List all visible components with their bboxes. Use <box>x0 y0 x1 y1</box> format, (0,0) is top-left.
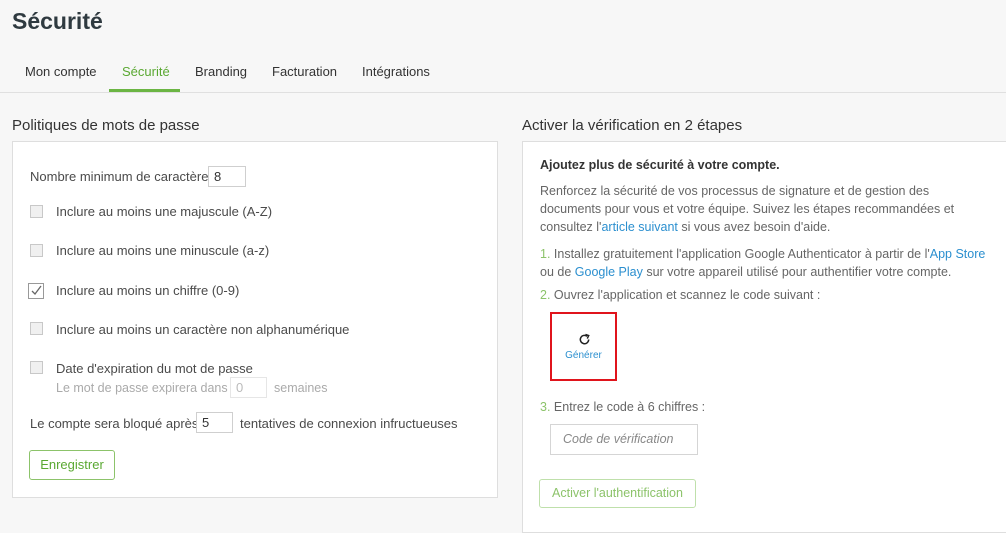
generate-qr-button[interactable]: Générer <box>550 312 617 381</box>
expiry-label: Le mot de passe expirera dans : <box>56 381 235 395</box>
special-char-checkbox[interactable] <box>30 322 43 335</box>
digit-label: Inclure au moins un chiffre (0-9) <box>56 283 240 298</box>
article-link[interactable]: article suivant <box>601 220 677 234</box>
page-title: Sécurité <box>12 8 103 34</box>
app-store-link[interactable]: App Store <box>930 247 986 261</box>
expiry-checkbox-label: Date d'expiration du mot de passe <box>56 361 253 376</box>
uppercase-label: Inclure au moins une majuscule (A-Z) <box>56 204 273 219</box>
generate-label: Générer <box>565 350 602 361</box>
activate-authentication-button[interactable]: Activer l'authentification <box>539 479 696 508</box>
lockout-attempts-input[interactable]: 5 <box>196 412 233 433</box>
tab-branding[interactable]: Branding <box>195 64 247 79</box>
tab-securite[interactable]: Sécurité <box>122 64 170 79</box>
tab-integrations[interactable]: Intégrations <box>362 64 430 79</box>
refresh-icon <box>579 333 590 345</box>
expiry-unit-label: semaines <box>274 381 328 395</box>
lowercase-checkbox[interactable] <box>30 244 43 257</box>
expiry-weeks-input[interactable]: 0 <box>230 377 267 398</box>
special-char-label: Inclure au moins un caractère non alphan… <box>56 322 350 337</box>
tab-bar: Mon compte Sécurité Branding Facturation… <box>0 54 1006 93</box>
step-1-text: 1. Installez gratuitement l'application … <box>540 247 986 279</box>
digit-checkbox[interactable] <box>28 283 44 299</box>
google-play-link[interactable]: Google Play <box>575 265 643 279</box>
expiry-checkbox[interactable] <box>30 361 43 374</box>
active-tab-indicator <box>109 89 180 92</box>
two-factor-intro: Renforcez la sécurité de vos processus d… <box>540 184 955 234</box>
verification-code-input[interactable]: Code de vérification <box>550 424 698 455</box>
two-factor-title: Activer la vérification en 2 étapes <box>522 117 743 134</box>
lockout-suffix-label: tentatives de connexion infructueuses <box>240 416 458 431</box>
lowercase-label: Inclure au moins une minuscule (a-z) <box>56 243 270 258</box>
uppercase-checkbox[interactable] <box>30 205 43 218</box>
password-policy-panel <box>12 141 498 498</box>
min-chars-input[interactable]: 8 <box>208 166 246 187</box>
save-button[interactable]: Enregistrer <box>29 450 115 480</box>
tab-mon-compte[interactable]: Mon compte <box>25 64 97 79</box>
tab-facturation[interactable]: Facturation <box>272 64 337 79</box>
step-2-text: 2. Ouvrez l'application et scannez le co… <box>540 288 821 302</box>
step-3-text: 3. Entrez le code à 6 chiffres : <box>540 400 706 414</box>
checkmark-icon <box>31 285 42 295</box>
password-policy-title: Politiques de mots de passe <box>12 117 200 134</box>
two-factor-heading: Ajoutez plus de sécurité à votre compte. <box>540 158 780 172</box>
lockout-label: Le compte sera bloqué après : <box>30 416 206 431</box>
min-chars-label: Nombre minimum de caractères <box>30 169 215 184</box>
